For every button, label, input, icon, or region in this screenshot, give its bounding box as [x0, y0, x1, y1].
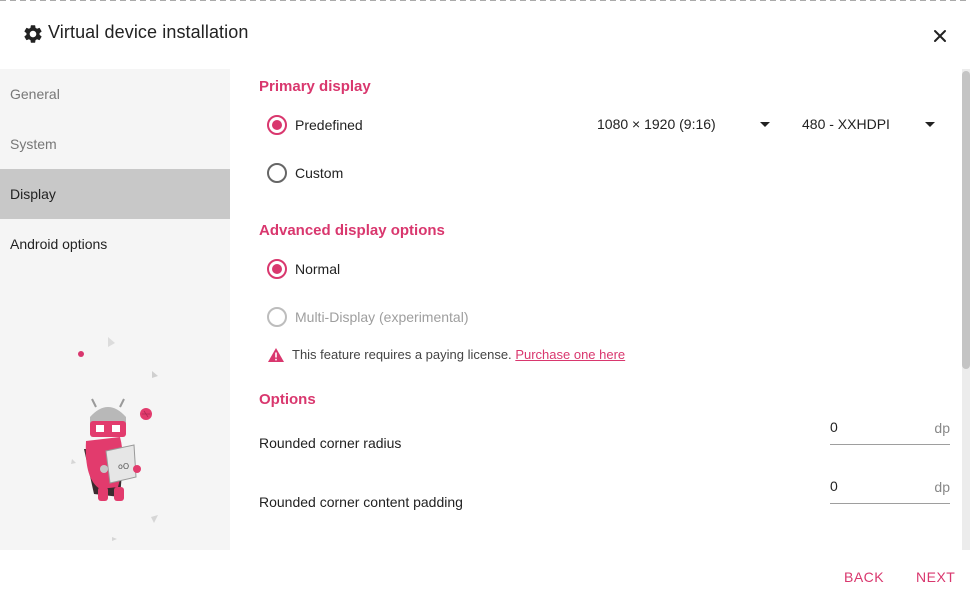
resolution-value: 1080 × 1920 (9:16) [597, 116, 716, 132]
sidebar-item-display[interactable]: Display [0, 169, 230, 219]
custom-radio[interactable] [267, 163, 287, 183]
sidebar-item-android-options[interactable]: Android options [0, 219, 230, 269]
chevron-down-icon [760, 122, 770, 127]
purchase-link[interactable]: Purchase one here [515, 347, 625, 362]
multi-display-label: Multi-Display (experimental) [295, 309, 469, 325]
density-value: 480 - XXHDPI [802, 116, 890, 132]
close-icon[interactable] [928, 24, 952, 48]
normal-radio[interactable] [267, 259, 287, 279]
sidebar-item-general[interactable]: General [0, 69, 230, 119]
corner-padding-field[interactable]: dp [830, 476, 950, 504]
primary-display-heading: Primary display [259, 78, 371, 95]
display-settings-panel: Primary display Predefined 1080 × 1920 (… [230, 69, 962, 550]
next-button[interactable]: NEXT [916, 569, 955, 585]
sidebar-item-system[interactable]: System [0, 119, 230, 169]
warning-icon [268, 348, 284, 362]
corner-radius-field[interactable]: dp [830, 417, 950, 445]
corner-radius-input[interactable] [830, 419, 920, 435]
scrollbar-thumb[interactable] [962, 71, 970, 369]
svg-text:oO: oO [118, 462, 129, 471]
robot-mascot-illustration: oO [71, 337, 158, 541]
dialog-footer: BACK NEXT [0, 550, 970, 602]
normal-label: Normal [295, 261, 341, 277]
predefined-radio[interactable] [267, 115, 287, 135]
corner-padding-label: Rounded corner content padding [259, 494, 463, 510]
back-button[interactable]: BACK [844, 569, 884, 585]
chevron-down-icon [925, 122, 935, 127]
custom-label: Custom [295, 165, 344, 181]
sidebar: General System Display Android options o… [0, 69, 230, 550]
license-warning-text: This feature requires a paying license. [292, 347, 512, 362]
resolution-select[interactable]: 1080 × 1920 (9:16) [597, 113, 771, 137]
corner-radius-unit: dp [934, 420, 950, 436]
corner-padding-unit: dp [934, 479, 950, 495]
predefined-label: Predefined [295, 117, 363, 133]
corner-padding-input[interactable] [830, 478, 920, 494]
window-title: Virtual device installation [48, 22, 249, 42]
density-select[interactable]: 480 - XXHDPI [802, 113, 938, 137]
title-bar: Virtual device installation [0, 0, 970, 69]
corner-radius-label: Rounded corner radius [259, 435, 402, 451]
gear-icon [24, 25, 42, 43]
multi-display-radio [267, 307, 287, 327]
options-heading: Options [259, 391, 316, 408]
license-warning: This feature requires a paying license. … [292, 347, 625, 362]
vertical-scrollbar[interactable] [962, 69, 970, 550]
advanced-display-heading: Advanced display options [259, 222, 445, 239]
